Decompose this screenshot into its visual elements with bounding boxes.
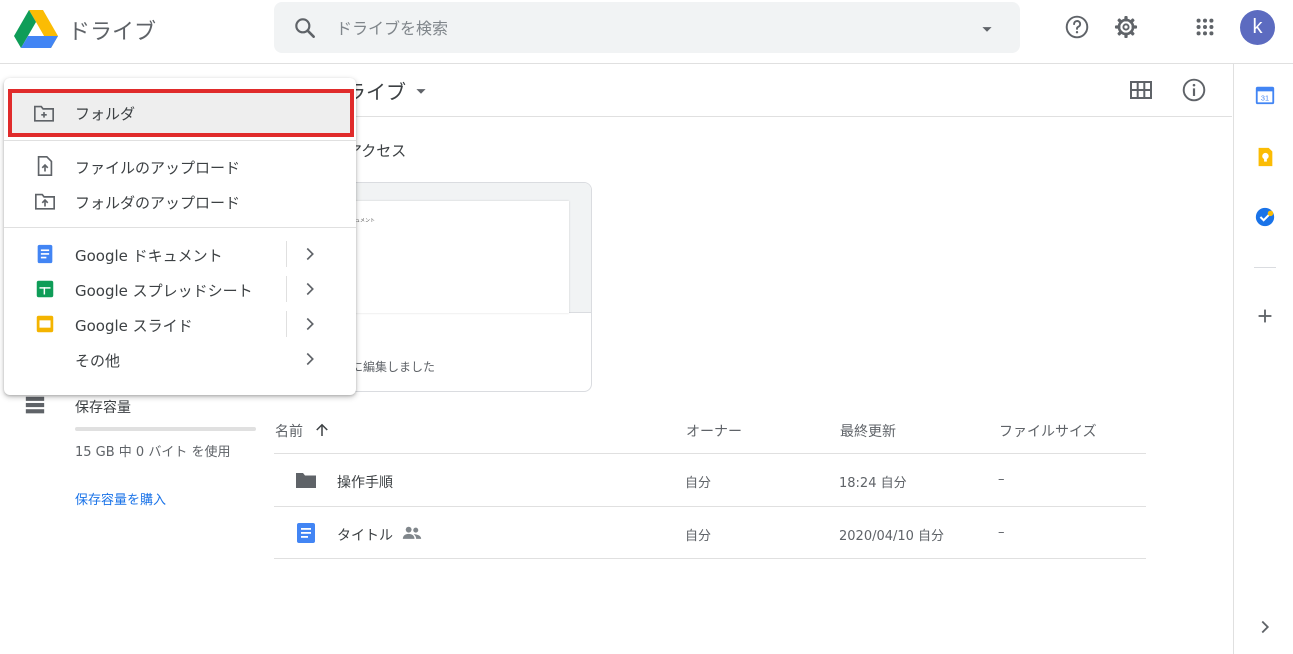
- menu-item-google-sheets[interactable]: Google スプレッドシート: [4, 272, 356, 306]
- google-doc-icon: [297, 523, 315, 543]
- menu-item-label: ファイルのアップロード: [75, 159, 241, 177]
- side-panel: 31: [1233, 64, 1293, 654]
- help-icon: [1065, 15, 1089, 39]
- search-options-dropdown-icon[interactable]: [976, 18, 998, 40]
- main-divider: [274, 116, 1232, 117]
- tasks-icon[interactable]: [1254, 206, 1276, 228]
- drive-logo-icon[interactable]: [14, 10, 58, 48]
- submenu-separator: [286, 311, 287, 337]
- keep-icon[interactable]: [1254, 146, 1276, 168]
- file-size: –: [998, 472, 1005, 487]
- storage-usage-text: 15 GB 中 0 バイト を使用: [75, 445, 231, 460]
- menu-item-label: Google スプレッドシート: [75, 282, 253, 300]
- menu-divider: [4, 140, 356, 141]
- help-button[interactable]: [1060, 10, 1094, 44]
- search-bar[interactable]: [274, 2, 1020, 53]
- apps-grid-icon: [1196, 18, 1214, 36]
- menu-item-label: その他: [75, 352, 121, 370]
- info-icon: [1182, 78, 1206, 102]
- svg-text:31: 31: [1261, 94, 1269, 103]
- file-owner: 自分: [685, 476, 712, 491]
- chevron-right-icon: [306, 352, 314, 366]
- card-thumb-text: ュメント: [355, 218, 376, 224]
- chevron-right-icon: [306, 247, 314, 261]
- google-docs-icon: [37, 244, 53, 264]
- file-modified: 18:24 自分: [839, 476, 907, 491]
- menu-item-folder-upload[interactable]: フォルダのアップロード: [4, 184, 356, 218]
- column-header-modified[interactable]: 最終更新: [840, 421, 896, 441]
- chevron-right-icon[interactable]: [1254, 616, 1276, 638]
- table-row[interactable]: 操作手順 自分 18:24 自分 –: [274, 453, 1146, 506]
- details-button[interactable]: [1178, 74, 1210, 106]
- search-icon[interactable]: [292, 15, 318, 41]
- google-sheets-icon: [36, 280, 54, 298]
- folder-icon: [296, 473, 316, 488]
- menu-item-google-slides[interactable]: Google スライド: [4, 307, 356, 341]
- storage-usage-bar: [75, 427, 256, 431]
- chevron-right-icon: [306, 282, 314, 296]
- calendar-icon[interactable]: 31: [1254, 84, 1276, 106]
- search-input[interactable]: [336, 15, 936, 41]
- app-title: ドライブ: [68, 20, 157, 45]
- table-row[interactable]: タイトル 自分 2020/04/10 自分 –: [274, 506, 1146, 559]
- table-bottom-divider: [274, 558, 1146, 559]
- menu-item-more[interactable]: その他: [4, 342, 356, 376]
- menu-item-new-folder[interactable]: フォルダ: [8, 89, 354, 137]
- menu-item-label: Google スライド: [75, 317, 193, 335]
- menu-item-google-docs[interactable]: Google ドキュメント: [4, 237, 356, 271]
- chevron-down-icon[interactable]: [410, 80, 432, 102]
- account-avatar[interactable]: k: [1240, 10, 1275, 45]
- apps-button[interactable]: [1188, 10, 1222, 44]
- submenu-separator: [286, 276, 287, 302]
- buy-storage-link[interactable]: 保存容量を購入: [75, 489, 166, 508]
- file-name: タイトル: [337, 528, 393, 544]
- shared-people-icon: [402, 526, 422, 539]
- storage-label[interactable]: 保存容量: [75, 397, 131, 417]
- menu-item-label: フォルダ: [75, 105, 136, 123]
- file-size: –: [998, 525, 1005, 540]
- folder-upload-icon: [35, 193, 55, 210]
- column-header-name[interactable]: 名前: [275, 421, 303, 441]
- file-owner: 自分: [685, 529, 712, 544]
- grid-view-button[interactable]: [1125, 74, 1157, 106]
- grid-view-icon: [1130, 81, 1152, 99]
- submenu-separator: [286, 241, 287, 267]
- column-header-size[interactable]: ファイルサイズ: [999, 421, 1097, 441]
- add-addon-icon[interactable]: [1254, 305, 1276, 327]
- file-upload-icon: [37, 156, 53, 176]
- menu-item-label: フォルダのアップロード: [75, 194, 241, 212]
- file-name: 操作手順: [337, 475, 393, 491]
- top-header: ドライブ ドライブを検索 k: [0, 0, 1293, 64]
- new-folder-icon: [34, 105, 54, 122]
- menu-divider: [4, 227, 356, 228]
- storage-icon: [25, 396, 45, 414]
- gear-icon: [1114, 15, 1138, 39]
- settings-button[interactable]: [1109, 10, 1143, 44]
- menu-item-file-upload[interactable]: ファイルのアップロード: [4, 149, 356, 183]
- chevron-right-icon: [306, 317, 314, 331]
- file-modified: 2020/04/10 自分: [839, 529, 945, 544]
- google-slides-icon: [36, 315, 54, 333]
- column-header-owner[interactable]: オーナー: [686, 421, 742, 441]
- arrow-up-icon[interactable]: [313, 421, 331, 439]
- side-panel-divider: [1254, 267, 1276, 268]
- menu-item-label: Google ドキュメント: [75, 247, 223, 265]
